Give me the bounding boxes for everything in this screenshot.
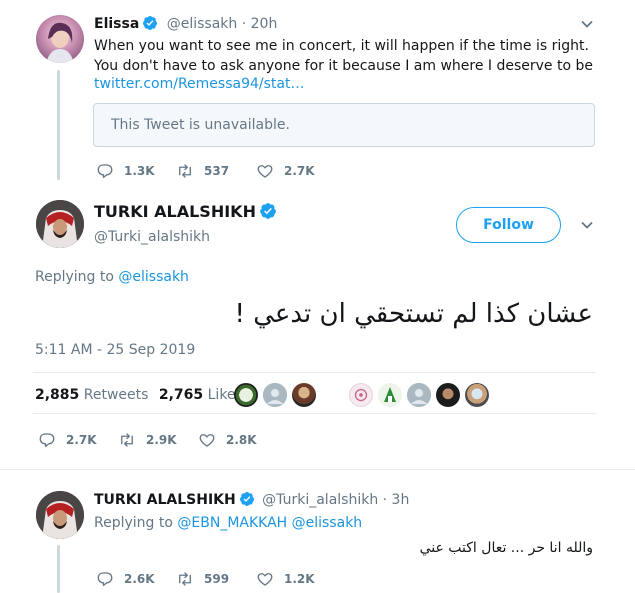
- unavailable-notice: This Tweet is unavailable.: [111, 117, 290, 133]
- avatar-turki[interactable]: [36, 491, 84, 539]
- like-count: 1.2K: [284, 572, 315, 586]
- like-action[interactable]: 2.7K: [256, 162, 315, 180]
- handle[interactable]: @elissakh: [167, 16, 238, 32]
- handle[interactable]: @Turki_alalshikh: [262, 492, 378, 508]
- liker-avatar[interactable]: [292, 383, 316, 407]
- divider: [0, 469, 635, 470]
- reply-count: 2.6K: [124, 572, 155, 586]
- like-total: 2,765: [158, 387, 204, 403]
- liker-avatar[interactable]: [465, 383, 489, 407]
- tweet-header-reply: TURKI ALALSHIKH @Turki_alalshikh · 3h: [94, 491, 409, 508]
- avatar-elissa[interactable]: [36, 15, 84, 63]
- like-count: 2.8K: [226, 433, 257, 447]
- handle[interactable]: @Turki_alalshikh: [94, 229, 210, 245]
- retweet-icon: [179, 572, 191, 586]
- replying-to-handle[interactable]: @elissakh: [118, 269, 189, 285]
- divider: [33, 413, 596, 414]
- like-icon: [257, 165, 273, 178]
- reply-count: 2.7K: [66, 433, 97, 447]
- display-name[interactable]: Elissa: [94, 16, 139, 32]
- retweet-action[interactable]: 537: [176, 162, 229, 180]
- reply-action[interactable]: 2.6K: [96, 570, 155, 588]
- reply-icon: [97, 572, 113, 587]
- liker-avatar[interactable]: [436, 383, 460, 407]
- thread-line-bottom: [57, 545, 60, 593]
- reply-icon: [97, 164, 113, 179]
- retweet-icon: [179, 164, 191, 178]
- retweet-count: 599: [204, 572, 230, 586]
- retweet-count: 2.9K: [146, 433, 177, 447]
- tweet-text: عشان كذا لم تستحقي ان تدعي !: [234, 299, 593, 329]
- like-action[interactable]: 1.2K: [256, 570, 315, 588]
- reply-action[interactable]: 2.7K: [38, 431, 97, 449]
- retweet-action[interactable]: 599: [176, 570, 229, 588]
- tweet-text: When you want to see me in concert, it w…: [94, 38, 593, 74]
- retweet-count: 537: [204, 164, 230, 178]
- engagement-stats: 2,885 Retweets 2,765 Likes: [35, 387, 243, 403]
- display-name[interactable]: TURKI ALALSHIKH: [94, 202, 256, 221]
- avatar-turki[interactable]: [36, 200, 84, 248]
- retweet-icon: [121, 433, 133, 447]
- reply-count: 1.3K: [124, 164, 155, 178]
- liker-avatar[interactable]: [407, 383, 431, 407]
- reply-icon: [39, 433, 55, 448]
- liker-avatar[interactable]: [349, 383, 373, 407]
- retweet-label: Retweets: [83, 387, 149, 403]
- retweet-action[interactable]: 2.9K: [118, 431, 177, 449]
- replying-prefix: Replying to: [35, 269, 114, 285]
- verified-badge-icon: [142, 15, 158, 31]
- replying-to: Replying to @EBN_MAKKAH @elissakh: [94, 515, 362, 531]
- tweet-time[interactable]: · 3h: [383, 492, 410, 508]
- tweet-link[interactable]: twitter.com/Remessa94/stat…: [94, 76, 304, 92]
- follow-button[interactable]: Follow: [456, 207, 561, 243]
- replying-to-handles[interactable]: @EBN_MAKKAH @elissakh: [177, 515, 362, 531]
- liker-avatar[interactable]: [234, 383, 258, 407]
- like-stat[interactable]: 2,765 Likes: [159, 387, 243, 403]
- tweet-time[interactable]: · 20h: [242, 16, 278, 32]
- verified-badge-icon: [239, 491, 255, 507]
- like-icon: [257, 573, 273, 586]
- liker-avatar[interactable]: [378, 383, 402, 407]
- divider: [33, 372, 596, 373]
- retweet-stat[interactable]: 2,885 Retweets: [35, 387, 148, 403]
- like-icon: [199, 434, 215, 447]
- tweet-timestamp[interactable]: 5:11 AM - 25 Sep 2019: [35, 342, 195, 358]
- reply-action[interactable]: 1.3K: [96, 162, 155, 180]
- tweet-header-elissa: Elissa @elissakh · 20h: [94, 15, 277, 32]
- caret-down-icon[interactable]: [580, 17, 594, 31]
- caret-down-icon[interactable]: [580, 218, 594, 232]
- unavailable-card[interactable]: This Tweet is unavailable.: [93, 103, 595, 147]
- retweet-total: 2,885: [35, 387, 80, 403]
- display-name[interactable]: TURKI ALALSHIKH: [94, 492, 236, 508]
- like-action[interactable]: 2.8K: [198, 431, 257, 449]
- tweet-header-turki: TURKI ALALSHIKH: [94, 202, 277, 221]
- replying-prefix: Replying to: [94, 515, 173, 531]
- tweet-text: والله انا حر ... تعال اكتب عني: [419, 540, 593, 556]
- thread-line-top: [57, 70, 60, 180]
- verified-badge-icon: [259, 202, 277, 220]
- like-count: 2.7K: [284, 164, 315, 178]
- replying-to: Replying to @elissakh: [35, 269, 189, 285]
- liker-avatar[interactable]: [263, 383, 287, 407]
